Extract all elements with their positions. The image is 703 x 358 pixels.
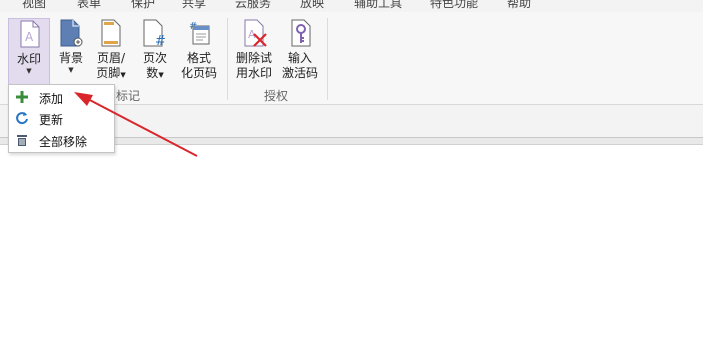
background-button[interactable]: 背景 ▼ xyxy=(54,18,88,74)
tab-form[interactable]: 表单 xyxy=(77,0,101,11)
group-label-authorize: 授权 xyxy=(264,89,289,103)
page-number-label-1: 页次 xyxy=(142,51,167,65)
background-icon xyxy=(57,18,85,48)
tab-slideshow[interactable]: 放映 xyxy=(300,0,324,11)
watermark-dropdown-menu: 添加 更新 全部移除 xyxy=(8,84,115,153)
header-footer-label-1: 页眉/ xyxy=(96,51,126,65)
delete-trial-watermark-label-2: 用水印 xyxy=(235,66,272,80)
menu-tab-bar: 视图 表单 保护 共享 云服务 放映 辅助工具 特色功能 帮助 xyxy=(0,0,703,12)
tab-share[interactable]: 共享 xyxy=(182,0,206,11)
page-number-icon: # xyxy=(141,18,169,49)
chevron-down-icon: ▼ xyxy=(26,67,32,75)
background-label: 背景 xyxy=(58,51,83,65)
page-number-button[interactable]: # 页次 数▼ xyxy=(138,18,172,83)
menu-item-remove-all-label: 全部移除 xyxy=(39,135,88,149)
trash-icon xyxy=(15,133,29,147)
delete-watermark-icon: A xyxy=(240,18,268,48)
menu-item-add[interactable]: 添加 xyxy=(9,87,114,108)
enter-activation-code-label-1: 输入 xyxy=(287,51,312,65)
menu-item-update[interactable]: 更新 xyxy=(9,108,114,129)
key-icon xyxy=(286,18,314,48)
enter-activation-code-label-2: 激活码 xyxy=(281,66,318,80)
format-page-code-button[interactable]: # 格式 化页码 xyxy=(179,18,219,81)
menu-item-update-label: 更新 xyxy=(39,113,64,127)
refresh-icon xyxy=(15,111,29,125)
group-divider xyxy=(327,18,328,100)
page-number-label-2: 数▼ xyxy=(146,66,164,80)
watermark-icon: A xyxy=(15,19,43,49)
header-footer-label-2: 页脚▼ xyxy=(96,66,126,80)
chevron-down-icon: ▼ xyxy=(68,66,74,74)
svg-text:#: # xyxy=(155,34,166,48)
format-page-code-label-2: 化页码 xyxy=(180,66,217,80)
menu-item-add-label: 添加 xyxy=(39,92,64,106)
format-page-code-icon: # xyxy=(185,18,213,48)
tab-help[interactable]: 帮助 xyxy=(507,0,531,11)
format-page-code-label-1: 格式 xyxy=(186,51,211,65)
tab-accessibility-tools[interactable]: 辅助工具 xyxy=(354,0,402,11)
enter-activation-code-button[interactable]: 输入 激活码 xyxy=(280,18,320,81)
group-label-mark: 标记 xyxy=(116,89,141,103)
header-footer-icon xyxy=(97,18,125,48)
menu-item-remove-all[interactable]: 全部移除 xyxy=(9,130,114,151)
watermark-label: 水印 xyxy=(16,52,41,66)
tab-cloud-service[interactable]: 云服务 xyxy=(235,0,271,11)
plus-icon xyxy=(15,90,29,104)
tab-special-features[interactable]: 特色功能 xyxy=(430,0,478,11)
group-divider xyxy=(227,18,228,100)
tab-protect[interactable]: 保护 xyxy=(131,0,155,11)
svg-text:A: A xyxy=(25,30,34,44)
header-footer-button[interactable]: 页眉/ 页脚▼ xyxy=(92,18,130,83)
delete-trial-watermark-button[interactable]: A 删除试 用水印 xyxy=(234,18,274,81)
watermark-button[interactable]: A 水印 ▼ xyxy=(8,18,50,88)
tab-view[interactable]: 视图 xyxy=(22,0,46,11)
delete-trial-watermark-label-1: 删除试 xyxy=(235,51,272,65)
